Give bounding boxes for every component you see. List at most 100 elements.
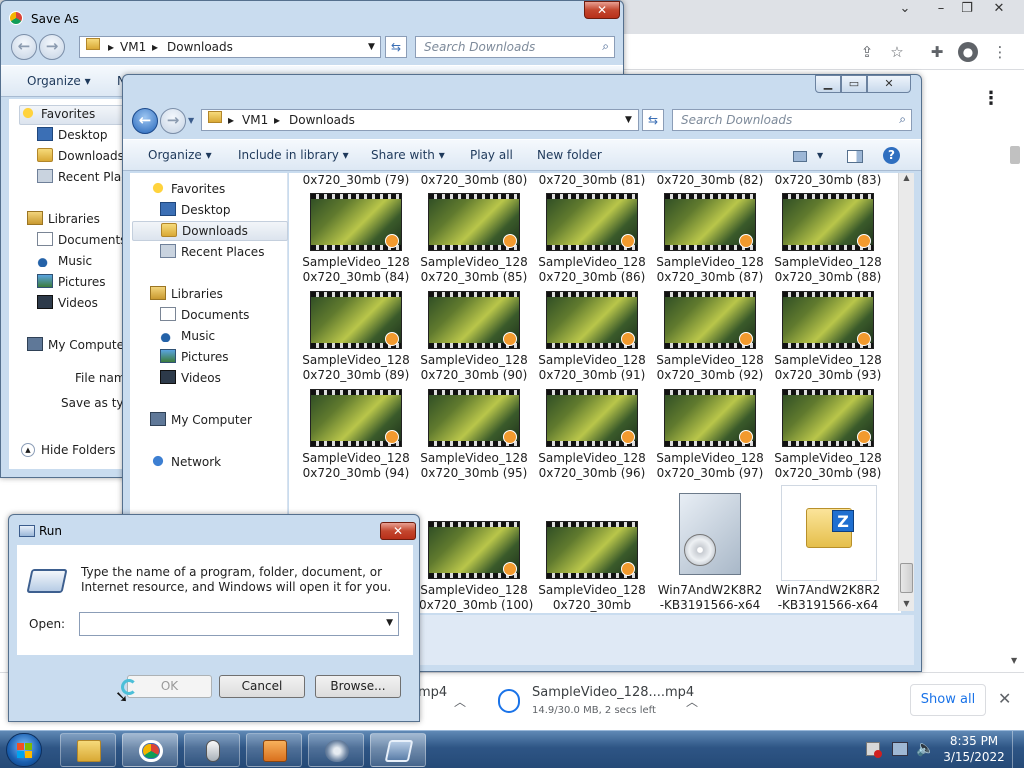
organize-button[interactable]: Organize ▾ bbox=[27, 74, 91, 88]
share-with-button[interactable]: Share with ▾ bbox=[371, 148, 445, 162]
action-center-icon[interactable] bbox=[866, 742, 882, 758]
nav-pictures[interactable]: Pictures bbox=[37, 274, 106, 294]
chrome-close-button[interactable]: ✕ bbox=[984, 0, 1014, 18]
archive-file-item[interactable]: Z Win7AndW2K8R2 -KB3191566-x64 bbox=[773, 485, 883, 615]
chevron-down-icon[interactable]: ▼ bbox=[386, 618, 393, 628]
show-all-button[interactable]: Show all bbox=[910, 684, 986, 716]
chrome-tab-search-icon[interactable]: ⌄ bbox=[890, 0, 920, 18]
file-item[interactable]: 0x720_30mb (81) bbox=[537, 173, 647, 189]
nav-desktop[interactable]: Desktop bbox=[160, 202, 231, 222]
extensions-icon[interactable]: ✚ bbox=[927, 42, 947, 62]
chevron-up-icon[interactable]: ︿ bbox=[686, 693, 698, 710]
address-bar[interactable]: ▸ VM1 ▸ Downloads ▼ bbox=[79, 36, 381, 58]
taskbar-media-player[interactable] bbox=[246, 733, 302, 767]
share-icon[interactable]: ⇪ bbox=[857, 42, 877, 62]
browse-button[interactable]: Browse... bbox=[315, 675, 401, 698]
taskbar-chrome[interactable] bbox=[122, 733, 178, 767]
video-file-item[interactable]: SampleVideo_128 0x720_30mb (88) bbox=[773, 193, 883, 289]
search-input[interactable]: Search Downloads ⌕ bbox=[672, 109, 912, 131]
back-button[interactable]: ← bbox=[132, 108, 158, 134]
nav-music[interactable]: Music bbox=[160, 328, 215, 348]
hide-folders-button[interactable]: Hide Folders bbox=[41, 443, 116, 457]
nav-recent-places[interactable]: Recent Place bbox=[37, 169, 135, 189]
search-icon[interactable]: ⌕ bbox=[899, 112, 906, 127]
video-file-item[interactable]: SampleVideo_128 0x720_30mb (86) bbox=[537, 193, 647, 289]
nav-libraries[interactable]: Libraries bbox=[150, 286, 223, 306]
ok-button[interactable]: OK bbox=[127, 675, 212, 698]
file-item[interactable]: 0x720_30mb (80) bbox=[419, 173, 529, 189]
nav-favorites[interactable]: Favorites bbox=[19, 105, 129, 125]
installer-file-item[interactable]: Win7AndW2K8R2 -KB3191566-x64 bbox=[655, 489, 765, 615]
nav-libraries[interactable]: Libraries bbox=[27, 211, 100, 231]
nav-network[interactable]: Network bbox=[150, 454, 221, 474]
search-icon[interactable]: ⌕ bbox=[602, 39, 609, 54]
back-button[interactable]: ← bbox=[11, 34, 37, 60]
nav-downloads[interactable]: Downloads bbox=[37, 148, 124, 168]
profile-icon[interactable]: ● bbox=[958, 42, 978, 62]
close-button[interactable]: ✕ bbox=[380, 522, 416, 540]
minimize-button[interactable]: ▁ bbox=[815, 75, 841, 93]
nav-documents[interactable]: Documents bbox=[160, 307, 249, 327]
chrome-maximize-button[interactable]: ❐ bbox=[952, 0, 982, 18]
close-button[interactable]: ✕ bbox=[584, 1, 620, 19]
include-in-library-button[interactable]: Include in library ▾ bbox=[238, 148, 349, 162]
video-file-item[interactable]: SampleVideo_128 0x720_30mb (96) bbox=[537, 389, 647, 485]
download-item[interactable]: SampleVideo_128....mp4 14.9/30.0 MB, 2 s… bbox=[490, 679, 710, 723]
recent-pages-dropdown-icon[interactable]: ▼ bbox=[188, 116, 194, 125]
nav-my-computer[interactable]: My Computer bbox=[150, 412, 252, 432]
breadcrumb-downloads[interactable]: Downloads bbox=[289, 113, 355, 127]
new-folder-button[interactable]: New folder bbox=[537, 148, 602, 162]
breadcrumb-downloads[interactable]: Downloads bbox=[167, 40, 233, 54]
video-file-item[interactable]: SampleVideo_128 0x720_30mb (84) bbox=[301, 193, 411, 289]
view-dropdown-icon[interactable]: ▼ bbox=[817, 151, 823, 160]
taskbar-run[interactable] bbox=[370, 733, 426, 767]
clock-time[interactable]: 8:35 PM bbox=[934, 734, 1014, 748]
change-view-icon[interactable] bbox=[793, 151, 807, 162]
refresh-icon[interactable]: ⇆ bbox=[385, 36, 407, 58]
start-button[interactable] bbox=[6, 733, 42, 767]
address-dropdown-icon[interactable]: ▼ bbox=[368, 42, 375, 52]
show-desktop-button[interactable] bbox=[1012, 731, 1024, 768]
open-combobox[interactable]: ▼ bbox=[79, 612, 399, 636]
video-file-item[interactable]: SampleVideo_128 0x720_30mb (94) bbox=[301, 389, 411, 485]
file-item[interactable]: 0x720_30mb (83) bbox=[773, 173, 883, 189]
close-button[interactable]: ✕ bbox=[867, 75, 911, 93]
video-file-item[interactable]: SampleVideo_128 0x720_30mb (91) bbox=[537, 291, 647, 387]
video-file-item[interactable]: SampleVideo_128 0x720_30mb (89) bbox=[301, 291, 411, 387]
nav-recent-places[interactable]: Recent Places bbox=[160, 244, 264, 264]
video-file-item[interactable]: SampleVideo_128 0x720_30mb (97) bbox=[655, 389, 765, 485]
cancel-button[interactable]: Cancel bbox=[219, 675, 305, 698]
file-list-scrollbar[interactable]: ▲ ▼ bbox=[898, 173, 914, 611]
forward-button[interactable]: → bbox=[39, 34, 65, 60]
close-shelf-icon[interactable]: ✕ bbox=[998, 689, 1011, 708]
video-file-item[interactable]: SampleVideo_128 0x720_30mb bbox=[537, 521, 647, 617]
nav-my-computer[interactable]: My Computer bbox=[27, 337, 129, 357]
nav-documents[interactable]: Documents bbox=[37, 232, 126, 252]
taskbar-mouse[interactable] bbox=[184, 733, 240, 767]
help-icon[interactable]: ? bbox=[883, 147, 900, 164]
star-icon[interactable]: ☆ bbox=[887, 42, 907, 62]
refresh-icon[interactable]: ⇆ bbox=[642, 109, 664, 131]
video-file-item[interactable]: SampleVideo_128 0x720_30mb (85) bbox=[419, 193, 529, 289]
file-item[interactable]: 0x720_30mb (79) bbox=[301, 173, 411, 189]
taskbar-explorer[interactable] bbox=[60, 733, 116, 767]
network-status-icon[interactable] bbox=[892, 742, 908, 756]
page-menu-icon[interactable]: ⋮ bbox=[982, 88, 1000, 109]
video-file-item[interactable]: SampleVideo_128 0x720_30mb (87) bbox=[655, 193, 765, 289]
address-bar[interactable]: ▸ VM1 ▸ Downloads ▼ bbox=[201, 109, 639, 131]
nav-downloads[interactable]: Downloads bbox=[132, 221, 288, 241]
play-all-button[interactable]: Play all bbox=[470, 148, 513, 162]
breadcrumb-vm1[interactable]: VM1 bbox=[242, 113, 268, 127]
file-item[interactable]: 0x720_30mb (82) bbox=[655, 173, 765, 189]
volume-icon[interactable]: 🔈 bbox=[916, 739, 935, 757]
nav-videos[interactable]: Videos bbox=[160, 370, 221, 390]
chrome-menu-icon[interactable]: ⋮ bbox=[990, 42, 1010, 62]
page-scrollbar[interactable]: ▼ bbox=[1007, 138, 1024, 668]
nav-music[interactable]: Music bbox=[37, 253, 92, 273]
clock-date[interactable]: 3/15/2022 bbox=[934, 750, 1014, 764]
video-file-item[interactable]: SampleVideo_128 0x720_30mb (98) bbox=[773, 389, 883, 485]
taskbar-setup[interactable] bbox=[308, 733, 364, 767]
video-file-item[interactable]: SampleVideo_128 0x720_30mb (95) bbox=[419, 389, 529, 485]
maximize-button[interactable]: ▭ bbox=[841, 75, 867, 93]
nav-desktop[interactable]: Desktop bbox=[37, 127, 108, 147]
